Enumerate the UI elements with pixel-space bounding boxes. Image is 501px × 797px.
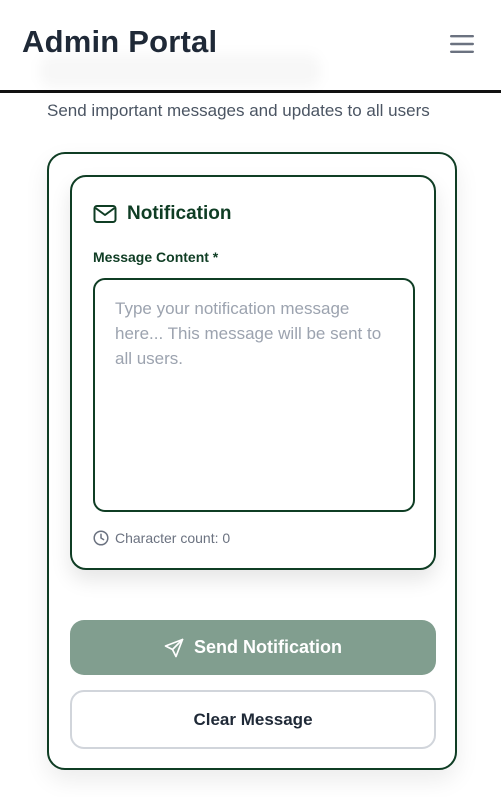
notification-card: Notification Message Content * Character… [70,175,436,570]
page-subtitle: Send important messages and updates to a… [47,101,430,120]
send-notification-button[interactable]: Send Notification [70,620,436,675]
card-header: Notification [93,202,232,226]
clock-icon [93,530,109,546]
send-icon [164,638,184,657]
clear-message-button[interactable]: Clear Message [70,690,436,749]
message-content-input[interactable] [93,278,415,512]
menu-button[interactable] [446,30,478,58]
character-count-text: Character count: 0 [115,530,231,546]
envelope-icon [93,205,117,223]
character-count: Character count: 0 [93,529,230,547]
notification-panel: Notification Message Content * Character… [47,152,457,770]
send-notification-label: Send Notification [194,637,342,657]
message-content-label: Message Content * [93,249,219,265]
hamburger-menu-icon [450,35,474,53]
card-title: Notification [127,203,232,224]
app-header: Admin Portal [0,0,501,93]
app-title: Admin Portal [22,24,218,59]
clear-message-label: Clear Message [193,709,313,729]
